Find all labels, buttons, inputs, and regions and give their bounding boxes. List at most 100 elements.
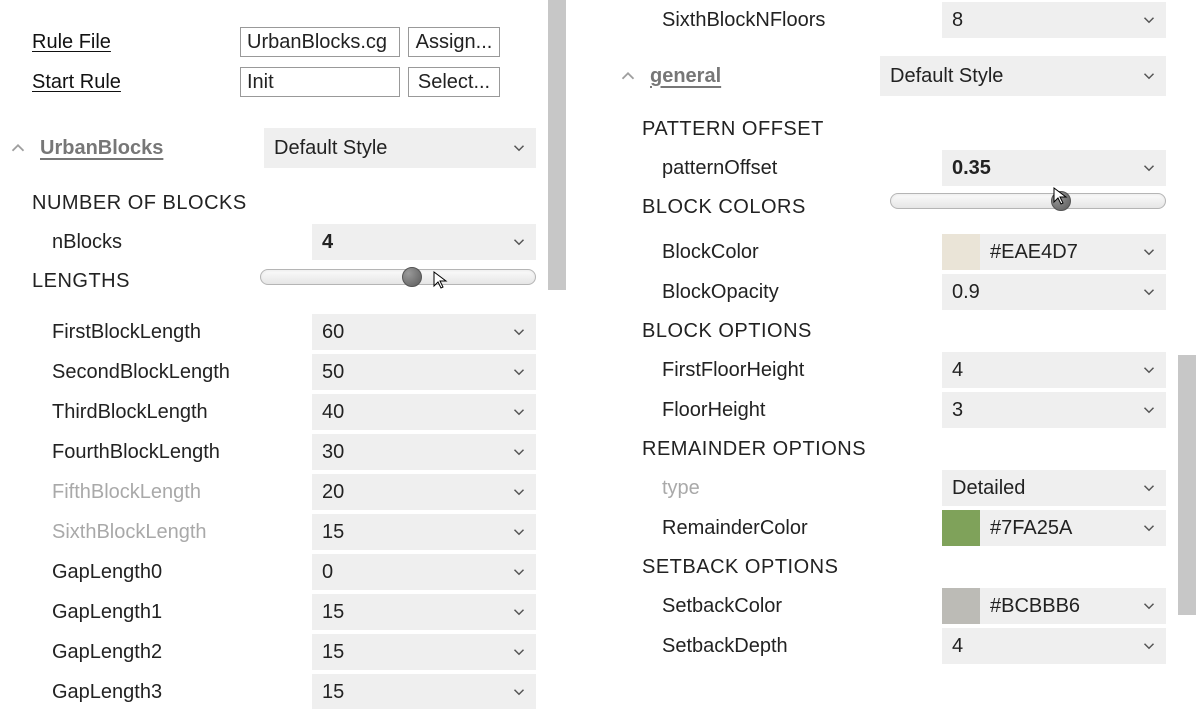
value-text: 0: [322, 561, 333, 584]
field-sixthblocknfloors[interactable]: 8: [942, 2, 1166, 38]
row-patternoffset-slider: [610, 188, 1166, 214]
right-inspector-panel: SixthBlockNFloors 8 general Default Styl…: [610, 0, 1200, 709]
value-field[interactable]: 3: [942, 392, 1166, 428]
slider-knob[interactable]: [402, 267, 422, 287]
value-text: #7FA25A: [990, 517, 1072, 540]
value-text: 4: [952, 635, 963, 658]
left-scrollbar-thumb[interactable]: [548, 0, 566, 290]
inspector-panels: Rule File UrbanBlocks.cg Assign... Start…: [0, 0, 1200, 709]
label-thirdBlockLength: ThirdBlockLength: [0, 401, 312, 424]
chevron-down-icon: [1134, 470, 1164, 506]
start-rule-label[interactable]: Start Rule: [0, 71, 232, 94]
label-gapLength0: GapLength0: [0, 561, 312, 584]
section-pattern-offset: PATTERN OFFSET: [610, 110, 1166, 148]
left-scrollbar[interactable]: [548, 0, 566, 705]
label-nblocks: nBlocks: [0, 231, 312, 254]
value-nblocks: 4: [322, 231, 333, 254]
section-heading: SETBACK OPTIONS: [610, 548, 1166, 586]
chevron-down-icon: [504, 128, 534, 168]
value-field[interactable]: 50: [312, 354, 536, 390]
label-fourthBlockLength: FourthBlockLength: [0, 441, 312, 464]
section-heading: REMAINDER OPTIONS: [610, 430, 1166, 468]
label-remainderColor: RemainderColor: [610, 517, 942, 540]
value-text: 30: [322, 441, 344, 464]
chevron-down-icon: [504, 434, 534, 470]
row-gapLength0: GapLength0 0: [0, 552, 536, 592]
row-type: type Detailed: [610, 468, 1166, 508]
value-field[interactable]: 60: [312, 314, 536, 350]
style-dropdown-general-value: Default Style: [890, 65, 1003, 88]
value-text: 3: [952, 399, 963, 422]
chevron-down-icon: [1134, 352, 1164, 388]
style-dropdown-general[interactable]: Default Style: [880, 56, 1166, 96]
slider-patternoffset[interactable]: [890, 190, 1166, 212]
rule-file-row: Rule File UrbanBlocks.cg Assign...: [0, 22, 536, 62]
value-text: 20: [322, 481, 344, 504]
row-patternoffset: patternOffset 0.35: [610, 148, 1166, 188]
chevron-down-icon: [1134, 588, 1164, 624]
value-field[interactable]: 0.9: [942, 274, 1166, 310]
value-text: 50: [322, 361, 344, 384]
value-field[interactable]: 15: [312, 674, 536, 709]
row-sixthBlockLength: SixthBlockLength 15: [0, 512, 536, 552]
slider-nblocks[interactable]: [260, 266, 536, 288]
field-nblocks[interactable]: 4: [312, 224, 536, 260]
value-field[interactable]: #EAE4D7: [942, 234, 1166, 270]
row-remainderColor: RemainderColor #7FA25A: [610, 508, 1166, 548]
label-fifthBlockLength: FifthBlockLength: [0, 481, 312, 504]
value-field[interactable]: 30: [312, 434, 536, 470]
right-scrollbar[interactable]: [1178, 0, 1196, 705]
color-swatch: [942, 588, 980, 624]
row-firstBlockLength: FirstBlockLength 60: [0, 312, 536, 352]
value-field[interactable]: 15: [312, 594, 536, 630]
row-secondBlockLength: SecondBlockLength 50: [0, 352, 536, 392]
label-firstFloorHeight: FirstFloorHeight: [610, 359, 942, 382]
value-field[interactable]: Detailed: [942, 470, 1166, 506]
row-setbackDepth: SetbackDepth 4: [610, 626, 1166, 666]
value-field[interactable]: 20: [312, 474, 536, 510]
label-sixthBlockLength: SixthBlockLength: [0, 521, 312, 544]
value-field[interactable]: #BCBBB6: [942, 588, 1166, 624]
select-button[interactable]: Select...: [408, 67, 500, 97]
row-thirdBlockLength: ThirdBlockLength 40: [0, 392, 536, 432]
value-text: 60: [322, 321, 344, 344]
collapse-title[interactable]: UrbanBlocks: [40, 137, 264, 160]
row-nblocks-slider: [0, 262, 536, 292]
value-field[interactable]: 4: [942, 352, 1166, 388]
field-patternoffset[interactable]: 0.35: [942, 150, 1166, 186]
collapse-toggle-icon[interactable]: [4, 134, 32, 162]
label-gapLength3: GapLength3: [0, 681, 312, 704]
label-setbackColor: SetbackColor: [610, 595, 942, 618]
label-type: type: [610, 477, 942, 500]
rule-file-label[interactable]: Rule File: [0, 31, 232, 54]
right-scrollbar-thumb[interactable]: [1178, 355, 1196, 615]
value-field[interactable]: 15: [312, 514, 536, 550]
value-field[interactable]: #7FA25A: [942, 510, 1166, 546]
value-field[interactable]: 40: [312, 394, 536, 430]
row-firstFloorHeight: FirstFloorHeight 4: [610, 350, 1166, 390]
left-inspector-panel: Rule File UrbanBlocks.cg Assign... Start…: [0, 0, 570, 709]
chevron-down-icon: [1134, 392, 1164, 428]
collapse-toggle-icon[interactable]: [614, 62, 642, 90]
slider-knob[interactable]: [1051, 191, 1071, 211]
collapse-urbanblocks: UrbanBlocks Default Style: [0, 126, 536, 170]
color-swatch: [942, 510, 980, 546]
row-gapLength1: GapLength1 15: [0, 592, 536, 632]
row-blockColor: BlockColor #EAE4D7: [610, 232, 1166, 272]
chevron-down-icon: [1134, 56, 1164, 96]
start-rule-input[interactable]: Init: [240, 67, 400, 97]
collapse-title-general[interactable]: general: [650, 65, 880, 88]
value-text: 0.9: [952, 281, 980, 304]
section-heading: BLOCK OPTIONS: [610, 312, 1166, 350]
value-field[interactable]: 4: [942, 628, 1166, 664]
assign-button[interactable]: Assign...: [408, 27, 500, 57]
rule-file-input[interactable]: UrbanBlocks.cg: [240, 27, 400, 57]
style-dropdown[interactable]: Default Style: [264, 128, 536, 168]
value-text: 4: [952, 359, 963, 382]
value-text: Detailed: [952, 477, 1025, 500]
label-secondBlockLength: SecondBlockLength: [0, 361, 312, 384]
value-field[interactable]: 0: [312, 554, 536, 590]
value-field[interactable]: 15: [312, 634, 536, 670]
chevron-down-icon: [1134, 510, 1164, 546]
chevron-down-icon: [504, 514, 534, 550]
